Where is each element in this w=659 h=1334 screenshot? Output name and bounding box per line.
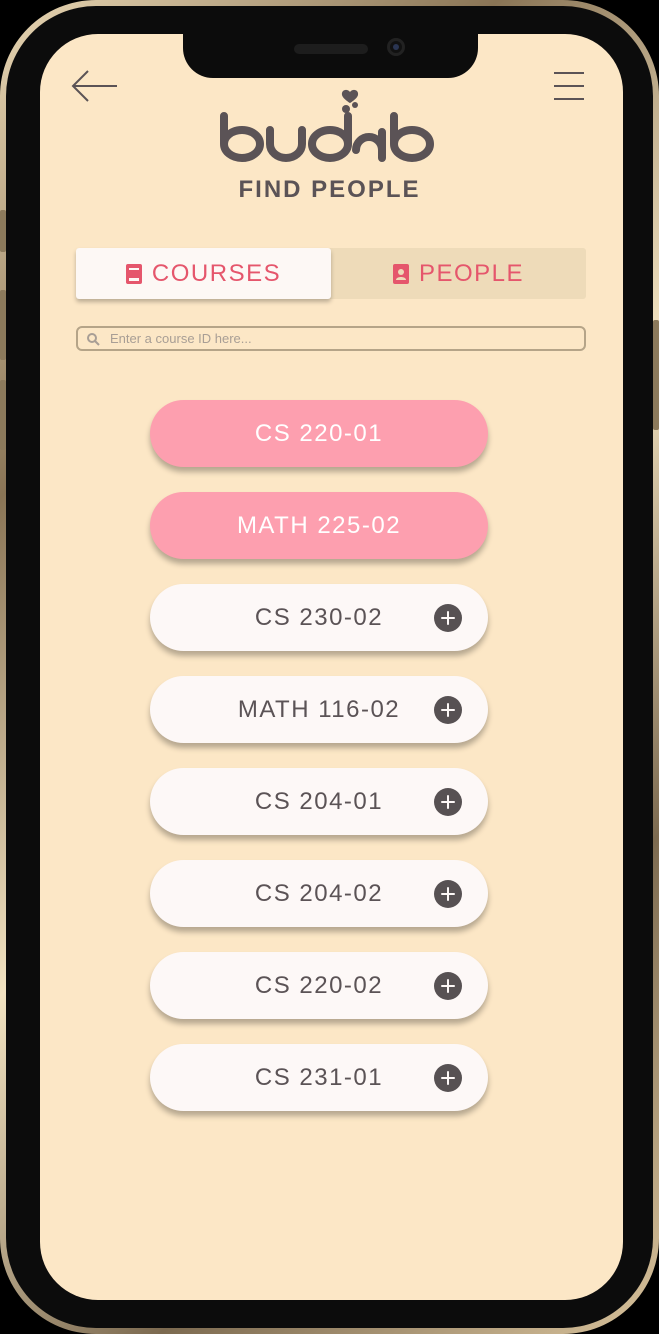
front-camera xyxy=(387,38,405,56)
course-label: CS 204-02 xyxy=(254,879,384,907)
course-pill[interactable]: CS 204-02 xyxy=(150,860,488,927)
tab-courses-label: COURSES xyxy=(151,259,282,287)
search-icon xyxy=(87,332,100,346)
power-button xyxy=(653,320,659,430)
segmented-tabs: COURSES PEOPLE xyxy=(76,248,586,299)
course-pill[interactable]: CS 230-02 xyxy=(150,584,488,651)
contact-card-icon xyxy=(392,263,409,284)
search-input[interactable] xyxy=(110,331,570,346)
back-button[interactable] xyxy=(70,66,120,106)
course-label: CS 231-01 xyxy=(254,1063,384,1091)
tab-courses[interactable]: COURSES xyxy=(76,248,331,299)
course-pill[interactable]: CS 204-01 xyxy=(150,768,488,835)
course-label: MATH 116-02 xyxy=(237,695,401,723)
plus-circle-icon[interactable] xyxy=(434,880,462,908)
course-label: CS 230-02 xyxy=(254,603,384,631)
course-label: MATH 225-02 xyxy=(236,511,402,539)
budab-logo-icon xyxy=(220,89,435,162)
plus-circle-icon[interactable] xyxy=(434,604,462,632)
tab-people[interactable]: PEOPLE xyxy=(331,248,586,299)
tab-people-label: PEOPLE xyxy=(418,259,525,287)
book-icon xyxy=(125,263,142,284)
course-label: CS 204-01 xyxy=(254,787,384,815)
course-label: CS 220-01 xyxy=(254,419,384,447)
plus-circle-icon[interactable] xyxy=(434,696,462,724)
course-pill[interactable]: MATH 116-02 xyxy=(150,676,488,743)
course-pill[interactable]: CS 220-02 xyxy=(150,952,488,1019)
plus-circle-icon[interactable] xyxy=(434,1064,462,1092)
course-pill-enrolled[interactable]: CS 220-01 xyxy=(150,400,488,467)
course-pill[interactable]: CS 231-01 xyxy=(150,1044,488,1111)
course-label: CS 220-02 xyxy=(254,971,384,999)
course-search[interactable] xyxy=(76,326,586,351)
course-pill-enrolled[interactable]: MATH 225-02 xyxy=(150,492,488,559)
menu-button[interactable] xyxy=(552,70,586,102)
hamburger-menu-icon xyxy=(554,72,584,100)
brand-logo xyxy=(210,88,450,166)
notch xyxy=(183,34,478,78)
arrow-left-icon xyxy=(71,70,117,102)
earpiece-speaker xyxy=(294,44,368,54)
plus-circle-icon[interactable] xyxy=(434,972,462,1000)
page-title: FIND PEOPLE xyxy=(238,176,421,203)
course-list: CS 220-01 MATH 225-02 CS 230-02 MATH 116… xyxy=(150,400,488,1136)
plus-circle-icon[interactable] xyxy=(434,788,462,816)
